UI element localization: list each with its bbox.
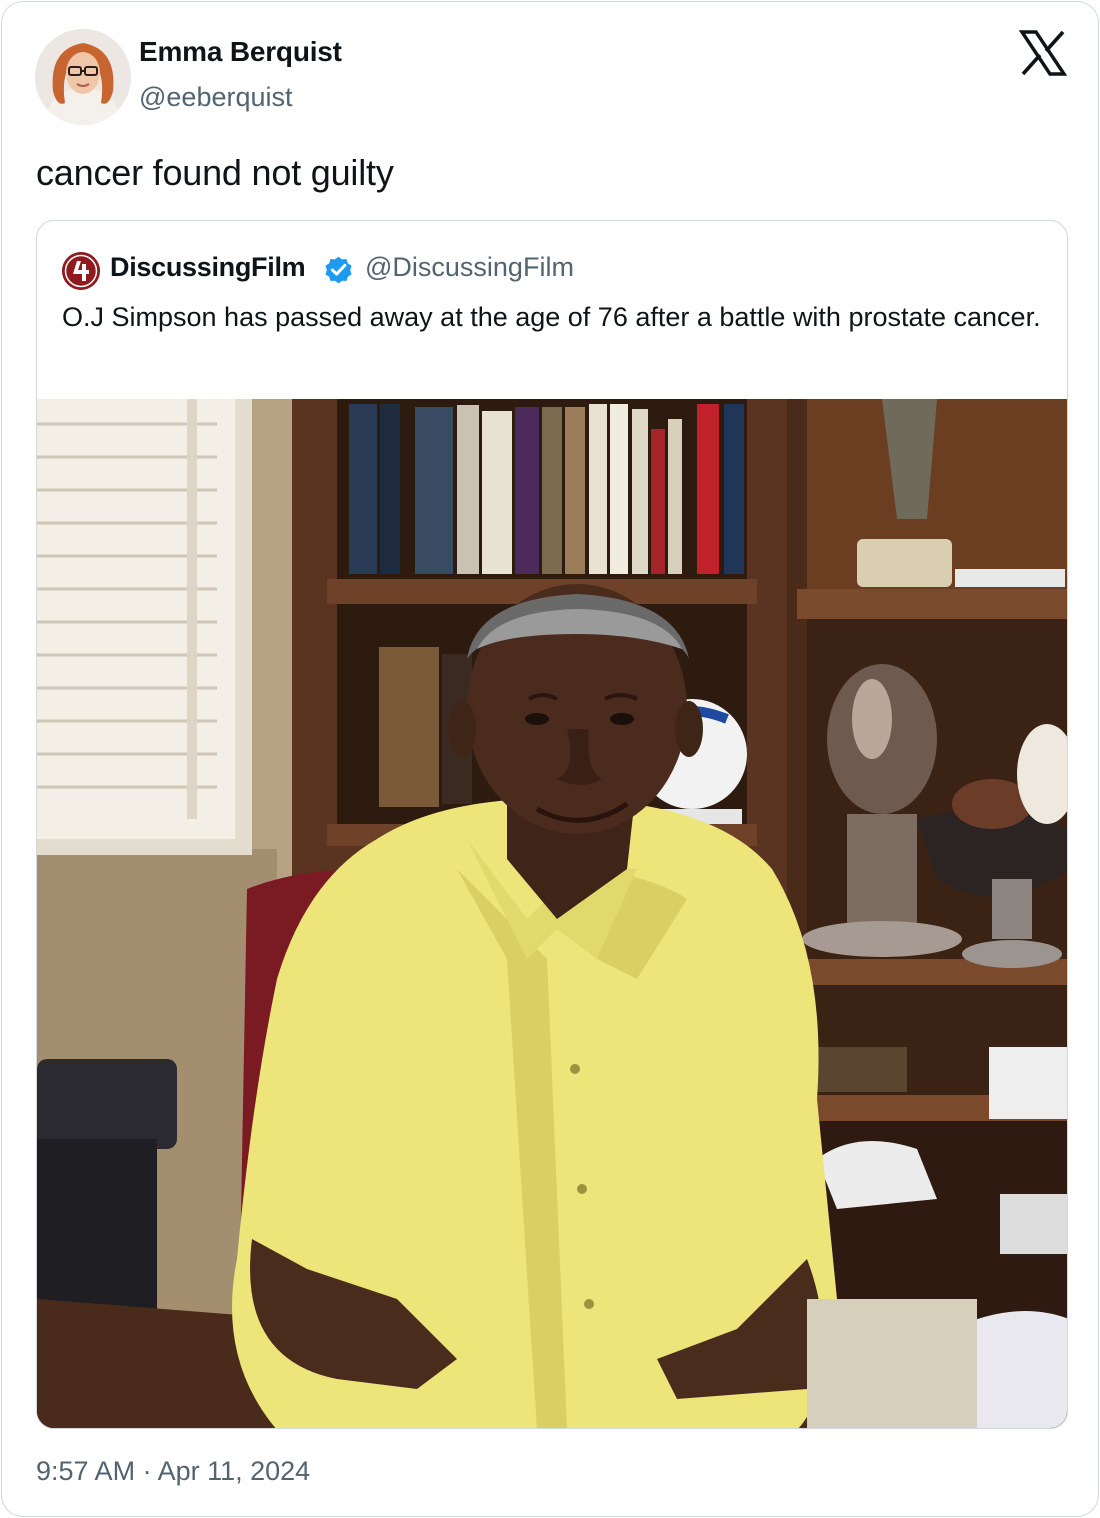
quoted-author-handle[interactable]: @DiscussingFilm bbox=[365, 252, 574, 283]
author-avatar-image bbox=[35, 29, 131, 125]
author-handle[interactable]: @eeberquist bbox=[139, 82, 293, 113]
verified-badge-icon bbox=[325, 256, 352, 284]
tweet-embed-card: Emma Berquist @eeberquist cancer found n… bbox=[1, 1, 1099, 1517]
quoted-author-name[interactable]: DiscussingFilm bbox=[110, 252, 306, 283]
author-name[interactable]: Emma Berquist bbox=[139, 36, 342, 68]
discussingfilm-logo-icon bbox=[62, 252, 100, 290]
x-logo-icon[interactable] bbox=[1019, 30, 1067, 76]
author-avatar[interactable] bbox=[35, 29, 131, 125]
quoted-tweet-text: O.J Simpson has passed away at the age o… bbox=[62, 302, 1041, 332]
tweet-text: cancer found not guilty bbox=[36, 152, 394, 193]
quoted-tweet-photo[interactable] bbox=[37, 399, 1068, 1429]
quoted-tweet[interactable]: DiscussingFilm @DiscussingFilm O.J Simps… bbox=[36, 220, 1068, 1429]
tweet-timestamp[interactable]: 9:57 AM · Apr 11, 2024 bbox=[36, 1456, 310, 1487]
